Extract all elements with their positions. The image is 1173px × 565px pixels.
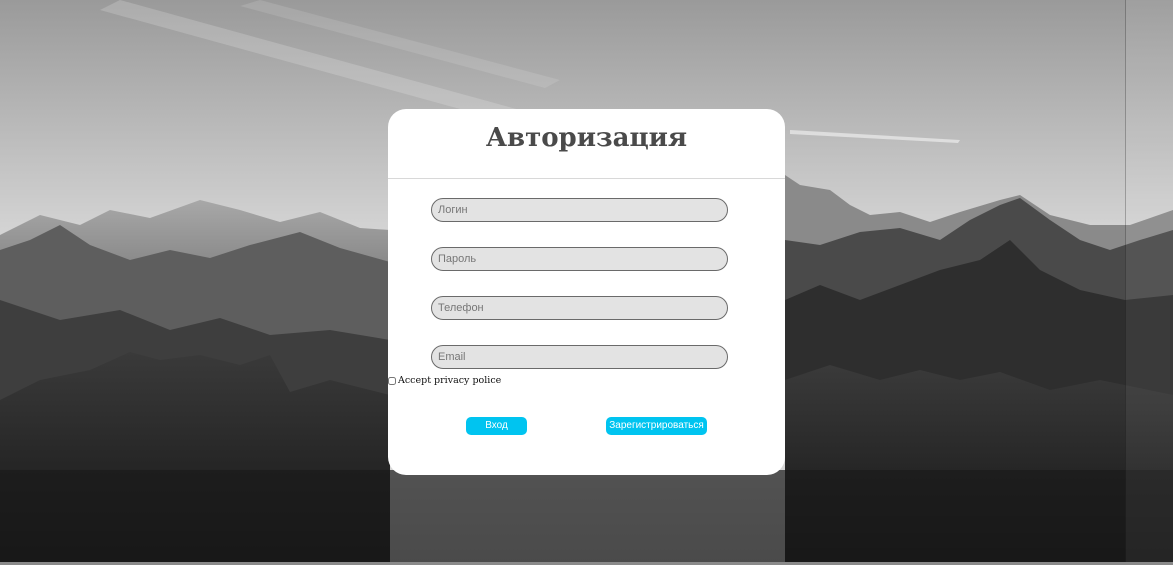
privacy-label: Accept privacy police [398,375,502,386]
right-edge-panel [1125,0,1173,562]
privacy-consent[interactable]: Accept privacy police [388,375,501,386]
auth-form-card: Авторизация Accept privacy police Вход З… [388,109,785,475]
form-title: Авторизация [485,123,688,153]
login-button[interactable]: Вход [466,417,527,435]
register-button[interactable]: Зарегистрироваться [606,417,707,435]
title-divider [388,178,785,179]
login-page: Авторизация Accept privacy police Вход З… [0,0,1173,565]
password-input[interactable] [431,247,728,271]
privacy-checkbox[interactable] [388,376,396,385]
email-input[interactable] [431,345,728,369]
phone-input[interactable] [431,296,728,320]
login-input[interactable] [431,198,728,222]
